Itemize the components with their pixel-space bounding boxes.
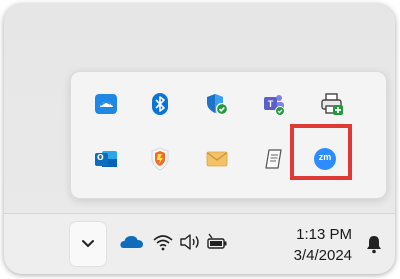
- bluetooth-icon[interactable]: [147, 91, 173, 117]
- printer-icon[interactable]: [319, 91, 345, 117]
- mail-icon[interactable]: [204, 146, 230, 172]
- tray-overflow-flyout: T o zm: [70, 71, 387, 199]
- windows-security-icon[interactable]: [204, 91, 230, 117]
- clock-time: 1:13 PM: [296, 226, 352, 243]
- svg-text:T: T: [268, 99, 274, 109]
- shield-app-icon[interactable]: [147, 146, 173, 172]
- zoom-icon-highlight-box: [290, 124, 352, 180]
- notification-bell-icon[interactable]: [362, 232, 386, 256]
- screenshot-stage: T o zm 1:13 PM 3/4/2024: [0, 0, 400, 279]
- taskbar: 1:13 PM 3/4/2024: [4, 213, 395, 274]
- volume-icon[interactable]: [178, 230, 202, 254]
- screenshot-frame: T o zm 1:13 PM 3/4/2024: [4, 4, 395, 274]
- battery-icon[interactable]: [205, 230, 229, 254]
- teams-icon[interactable]: T: [261, 91, 287, 117]
- document-icon[interactable]: [261, 146, 287, 172]
- outlook-icon[interactable]: o: [93, 146, 119, 172]
- clock-date: 3/4/2024: [293, 247, 352, 264]
- onedrive-icon[interactable]: [120, 230, 144, 254]
- chevron-down-icon: [82, 240, 94, 248]
- taskbar-clock[interactable]: 1:13 PM 3/4/2024: [284, 224, 352, 266]
- zoom-cloud-icon[interactable]: [93, 91, 119, 117]
- wifi-icon[interactable]: [151, 230, 175, 254]
- outlook-letter: o: [97, 151, 104, 163]
- show-hidden-icons-button[interactable]: [70, 222, 106, 266]
